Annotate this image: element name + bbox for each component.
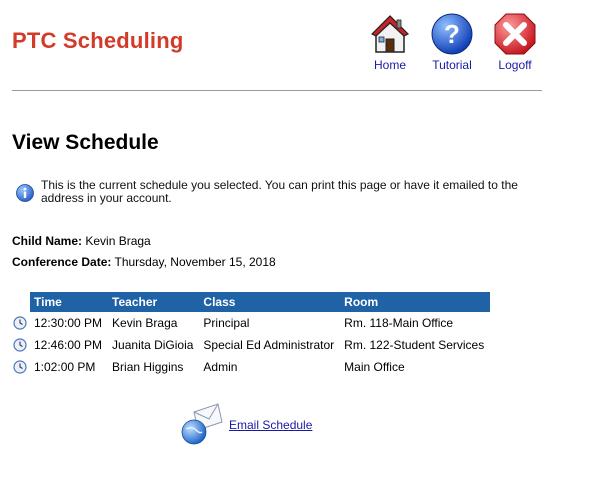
child-name-value: Kevin Braga	[85, 234, 151, 248]
logoff-icon	[494, 13, 536, 55]
class-cell: Admin	[203, 360, 238, 374]
conference-date-value: Thursday, November 15, 2018	[114, 255, 276, 269]
table-row: 1:02:00 PM Brian Higgins Admin Main Offi…	[10, 356, 490, 378]
child-name-field: Child Name: Kevin Braga	[12, 234, 151, 248]
teacher-cell: Brian Higgins	[112, 360, 184, 374]
top-nav: Home ? Tutorial Logoff	[360, 12, 550, 72]
logoff-link[interactable]: Logoff	[483, 12, 547, 72]
header-divider	[12, 90, 542, 91]
home-icon	[370, 15, 410, 53]
page-title: View Schedule	[12, 131, 159, 154]
conference-date-field: Conference Date: Thursday, November 15, …	[12, 255, 276, 269]
info-icon	[16, 184, 34, 202]
time-cell: 1:02:00 PM	[34, 360, 96, 374]
home-link[interactable]: Home	[358, 12, 422, 72]
room-header: Room	[340, 292, 491, 312]
schedule-header-row: Time Teacher Class Room	[10, 292, 491, 312]
class-cell: Special Ed Administrator	[203, 338, 335, 352]
time-cell: 12:46:00 PM	[34, 338, 103, 352]
email-icon[interactable]	[180, 402, 224, 446]
room-cell: Rm. 118-Main Office	[344, 316, 454, 330]
help-icon: ?	[431, 13, 473, 55]
info-text: This is the current schedule you selecte…	[41, 178, 518, 205]
teacher-cell: Juanita DiGioia	[112, 338, 194, 352]
icon-column-header	[10, 292, 30, 312]
logoff-label: Logoff	[498, 58, 532, 72]
schedule-table: Time Teacher Class Room 12:30:00 PM Kevi…	[10, 292, 491, 378]
tutorial-label: Tutorial	[432, 58, 472, 72]
child-name-label: Child Name:	[12, 234, 83, 248]
time-cell: 12:30:00 PM	[34, 316, 103, 330]
clock-icon	[13, 360, 27, 375]
app-title: PTC Scheduling	[12, 28, 184, 53]
clock-icon	[13, 316, 27, 331]
svg-text:?: ?	[444, 19, 460, 49]
table-row: 12:46:00 PM Juanita DiGioia Special Ed A…	[10, 334, 490, 356]
email-schedule-section: Email Schedule	[180, 402, 340, 448]
time-header: Time	[30, 292, 109, 312]
room-cell: Main Office	[344, 360, 405, 374]
email-schedule-link[interactable]: Email Schedule	[229, 418, 312, 432]
class-header: Class	[199, 292, 341, 312]
clock-icon	[13, 338, 27, 353]
table-row: 12:30:00 PM Kevin Braga Principal Rm. 11…	[10, 312, 490, 334]
home-label: Home	[373, 58, 406, 72]
conference-date-label: Conference Date:	[12, 255, 112, 269]
class-cell: Principal	[203, 316, 250, 330]
teacher-cell: Kevin Braga	[112, 316, 178, 330]
tutorial-link[interactable]: ? Tutorial	[420, 12, 484, 72]
teacher-header: Teacher	[108, 292, 200, 312]
room-cell: Rm. 122-Student Services	[344, 338, 485, 352]
